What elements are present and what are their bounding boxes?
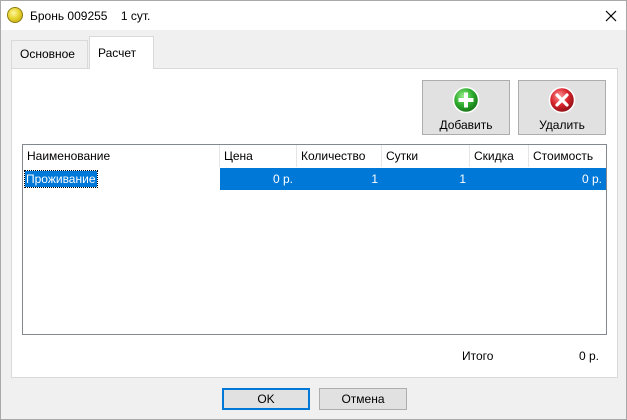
tab-calculation[interactable]: Расчет	[89, 36, 154, 69]
column-header-discount[interactable]: Скидка	[470, 145, 529, 167]
delete-button[interactable]: Удалить	[518, 80, 606, 135]
delete-icon	[548, 86, 576, 114]
cell-discount[interactable]	[470, 168, 529, 190]
grid-header: Наименование Цена Количество Сутки Скидк…	[23, 145, 606, 167]
cell-name-text[interactable]: Проживание	[24, 170, 98, 188]
cell-name[interactable]: Проживание	[23, 168, 220, 190]
add-button-label: Добавить	[439, 118, 493, 132]
close-button[interactable]	[596, 1, 626, 30]
tab-main[interactable]: Основное	[11, 40, 88, 68]
total-value: 0 р.	[578, 349, 599, 363]
total-label: Итого	[462, 349, 494, 363]
delete-button-label: Удалить	[539, 118, 585, 132]
column-header-quantity[interactable]: Количество	[297, 145, 382, 167]
column-header-days[interactable]: Сутки	[382, 145, 470, 167]
close-icon	[605, 10, 617, 21]
add-icon	[452, 86, 480, 114]
ok-button[interactable]: OK	[222, 388, 310, 410]
charges-grid[interactable]: Наименование Цена Количество Сутки Скидк…	[22, 144, 607, 335]
table-row[interactable]: Проживание 0 р. 1 1 0 р.	[23, 168, 606, 190]
cell-quantity[interactable]: 1	[297, 168, 382, 190]
add-button[interactable]: Добавить	[422, 80, 510, 135]
cell-price[interactable]: 0 р.	[220, 168, 297, 190]
title-bar: Бронь 009255 1 сут.	[1, 1, 626, 30]
cancel-button[interactable]: Отмена	[319, 388, 407, 410]
column-header-name[interactable]: Наименование	[23, 145, 220, 167]
window-title: Бронь 009255 1 сут.	[30, 9, 151, 23]
cell-cost[interactable]: 0 р.	[529, 168, 606, 190]
column-header-cost[interactable]: Стоимость	[529, 145, 606, 167]
booking-dialog: Бронь 009255 1 сут. Основное Расчет Доба…	[0, 0, 627, 420]
cell-days[interactable]: 1	[382, 168, 470, 190]
column-header-price[interactable]: Цена	[220, 145, 297, 167]
app-icon	[7, 7, 23, 23]
